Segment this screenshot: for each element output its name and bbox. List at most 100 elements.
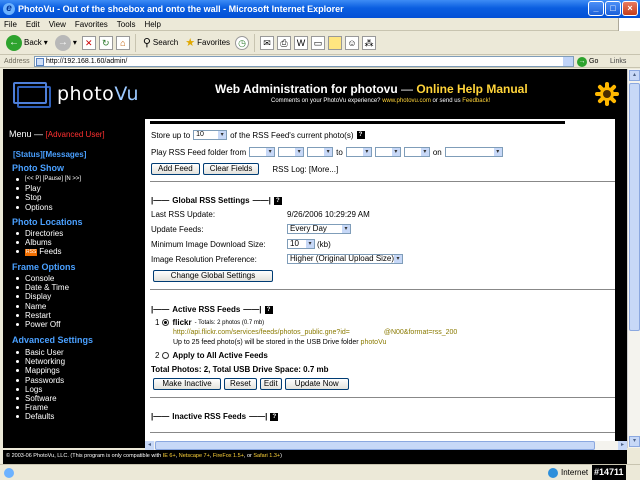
minimize-button[interactable]: _: [588, 1, 604, 16]
scroll-down-icon[interactable]: ▾: [629, 436, 640, 447]
menu-file[interactable]: File: [4, 18, 17, 30]
make-inactive-button[interactable]: Make Inactive: [153, 378, 221, 390]
help-icon[interactable]: ?: [270, 412, 279, 421]
scroll-left-icon[interactable]: ◂: [145, 441, 154, 450]
feed-1-radio[interactable]: [162, 319, 170, 326]
scroll-thumb[interactable]: [629, 83, 640, 331]
sidebar-item-passwords[interactable]: Passwords: [15, 376, 65, 385]
sidebar-item-restart[interactable]: Restart: [15, 311, 69, 320]
vertical-scrollbar[interactable]: ▴ ▾: [627, 69, 640, 448]
sidebar-item-basic-user[interactable]: Basic User: [15, 348, 65, 357]
to-month-select[interactable]: [345, 147, 372, 157]
chevron-down-icon: ▾: [72, 38, 77, 47]
menu-tools[interactable]: Tools: [117, 18, 136, 30]
to-day-select[interactable]: [374, 147, 401, 157]
menu-edit[interactable]: Edit: [26, 18, 40, 30]
to-hour-select[interactable]: [403, 147, 430, 157]
resolution-select[interactable]: Higher (Original Upload Size): [287, 254, 403, 264]
store-count-select[interactable]: 10: [193, 130, 228, 140]
sidebar-item-frame[interactable]: Frame: [15, 403, 65, 412]
advanced-user-link[interactable]: [Advanced User]: [46, 130, 105, 139]
edit-button[interactable]: Edit: [259, 378, 282, 390]
maximize-button[interactable]: □: [605, 1, 621, 16]
sidebar-item-options[interactable]: Options: [15, 203, 81, 212]
change-global-settings-button[interactable]: Change Global Settings: [153, 270, 273, 282]
help-icon[interactable]: ?: [356, 131, 365, 139]
chevron-down-icon[interactable]: [563, 57, 573, 66]
update-now-button[interactable]: Update Now: [284, 378, 349, 390]
menu-help[interactable]: Help: [144, 18, 160, 30]
sidebar-item-prev-pause-next[interactable]: [<< P] [Pause] [N >>]: [15, 175, 81, 184]
print-icon[interactable]: ⎙: [277, 35, 292, 50]
sidebar: Menu — [Advanced User] [Status][Messages…: [3, 119, 141, 448]
reset-button[interactable]: Reset: [224, 378, 257, 390]
sunflower-icon: [595, 82, 619, 106]
menu-favorites[interactable]: Favorites: [75, 18, 108, 30]
folder-icon[interactable]: [328, 35, 343, 50]
min-download-select[interactable]: 10: [287, 239, 315, 249]
rss-log-link[interactable]: RSS Log: [More...]: [272, 165, 338, 174]
network-icon[interactable]: ⁂: [362, 35, 377, 50]
website-link[interactable]: www.photovu.com: [382, 98, 431, 104]
address-input[interactable]: http://192.168.1.60/admin/: [34, 56, 574, 67]
sidebar-item-power-off[interactable]: Power Off: [15, 320, 69, 329]
stop-icon[interactable]: ✕: [81, 35, 96, 50]
go-arrow-icon: →: [577, 56, 587, 67]
scroll-thumb[interactable]: [155, 441, 595, 450]
go-button[interactable]: → Go: [577, 55, 598, 68]
feedback-link[interactable]: Feedback!: [462, 98, 490, 104]
help-icon[interactable]: ?: [273, 196, 282, 205]
sidebar-item-display[interactable]: Display: [15, 292, 69, 301]
help-icon[interactable]: ?: [264, 305, 273, 314]
discuss-icon[interactable]: ▭: [311, 35, 326, 50]
apply-all-radio[interactable]: [162, 352, 170, 359]
mail-icon[interactable]: ✉: [260, 35, 275, 50]
from-hour-select[interactable]: [307, 147, 334, 157]
firefox-link[interactable]: FireFox 1.5+: [213, 453, 244, 459]
from-month-select[interactable]: [249, 147, 276, 157]
menu-title: Menu — [Advanced User]: [9, 129, 105, 139]
sidebar-item-networking[interactable]: Networking: [15, 357, 65, 366]
ie-link[interactable]: IE 6+: [163, 453, 176, 459]
sidebar-item-console[interactable]: Console: [15, 274, 69, 283]
sidebar-item-directories[interactable]: Directories: [15, 229, 63, 238]
search-button[interactable]: ⚲ Search: [141, 33, 180, 53]
add-feed-button[interactable]: Add Feed: [151, 163, 200, 175]
sidebar-item-feeds[interactable]: RSS Feeds: [15, 247, 63, 256]
horizontal-scrollbar[interactable]: ◂ ▸: [145, 441, 627, 450]
sidebar-item-name[interactable]: Name: [15, 302, 69, 311]
from-day-select[interactable]: [278, 147, 305, 157]
feed-folder-link[interactable]: photoVu: [361, 339, 387, 346]
feed-1-url[interactable]: http://api.flickr.com/services/feeds/pho…: [173, 329, 457, 336]
history-icon[interactable]: ◷: [235, 35, 250, 50]
weekday-select[interactable]: [444, 147, 503, 157]
sidebar-item-defaults[interactable]: Defaults: [15, 412, 65, 421]
netscape-link[interactable]: Netscape 7+: [179, 453, 210, 459]
links-button[interactable]: Links: [610, 55, 626, 68]
sidebar-item-albums[interactable]: Albums: [15, 238, 63, 247]
favorites-button[interactable]: ★ Favorites: [183, 33, 232, 53]
sidebar-item-stop[interactable]: Stop: [15, 193, 81, 202]
home-icon[interactable]: ⌂: [115, 35, 130, 50]
safari-link[interactable]: Safari 1.3+: [253, 453, 280, 459]
status-link[interactable]: [Status]: [13, 150, 43, 159]
clear-fields-button[interactable]: Clear Fields: [202, 163, 260, 175]
sidebar-item-date-time[interactable]: Date & Time: [15, 283, 69, 292]
sidebar-item-mappings[interactable]: Mappings: [15, 366, 65, 375]
scroll-right-icon[interactable]: ▸: [618, 441, 627, 450]
messenger-icon[interactable]: ☺: [345, 35, 360, 50]
update-feeds-select[interactable]: Every Day: [287, 224, 351, 234]
edit-page-icon[interactable]: W: [294, 35, 309, 50]
menu-view[interactable]: View: [49, 18, 66, 30]
sidebar-item-play[interactable]: Play: [15, 184, 81, 193]
forward-button[interactable]: → ▾: [53, 33, 79, 53]
back-button[interactable]: ← Back ▾: [4, 33, 50, 53]
sidebar-item-software[interactable]: Software: [15, 394, 65, 403]
sidebar-item-logs[interactable]: Logs: [15, 385, 65, 394]
messages-link[interactable]: [Messages]: [43, 150, 87, 159]
help-manual-link[interactable]: Online Help Manual: [416, 82, 527, 96]
scroll-up-icon[interactable]: ▴: [629, 70, 640, 81]
close-button[interactable]: ×: [622, 1, 638, 16]
refresh-icon[interactable]: ↻: [98, 35, 113, 50]
photovu-logo[interactable]: photoVu: [11, 79, 139, 111]
